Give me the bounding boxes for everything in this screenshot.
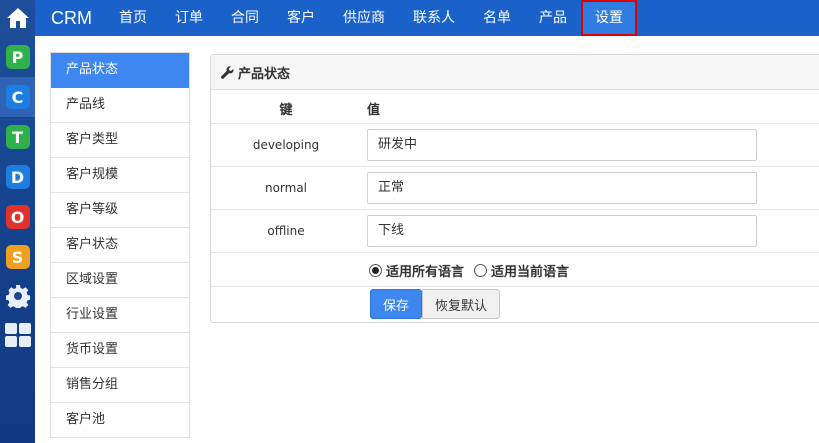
value-input[interactable]: 研发中: [367, 129, 757, 161]
app-s-icon[interactable]: S: [0, 237, 35, 277]
app-t-glyph: T: [12, 127, 23, 147]
header-key: 键: [279, 103, 293, 118]
app-p-icon[interactable]: P: [0, 37, 35, 77]
value-input[interactable]: 正常: [367, 172, 757, 204]
app-s-glyph: S: [11, 247, 24, 267]
restore-defaults-button[interactable]: 恢复默认: [422, 289, 500, 319]
row-key: offline: [267, 224, 305, 238]
settings-side-menu: 产品状态 产品线 客户类型 客户规模 客户等级 客户状态 区域设置 行业设置 货…: [50, 52, 190, 438]
nav-home[interactable]: 首页: [105, 0, 161, 36]
menu-item-customer-size[interactable]: 客户规模: [51, 158, 189, 193]
menu-item-region-settings[interactable]: 区域设置: [51, 263, 189, 298]
product-status-panel: 产品状态 键 值 developing 研发中 normal 正常 offlin…: [210, 54, 819, 323]
nav-contracts[interactable]: 合同: [217, 0, 273, 36]
menu-item-product-status[interactable]: 产品状态: [51, 53, 189, 88]
radio-current-language[interactable]: 适用当前语言: [474, 261, 569, 280]
nav-contacts[interactable]: 联系人: [399, 0, 469, 36]
menu-item-customer-status[interactable]: 客户状态: [51, 228, 189, 263]
language-scope-row: 适用所有语言 适用当前语言: [211, 253, 819, 287]
app-c-icon[interactable]: C: [0, 77, 35, 117]
nav-settings[interactable]: 设置: [581, 0, 637, 36]
panel-title: 产品状态: [238, 66, 291, 82]
menu-item-sales-group[interactable]: 销售分组: [51, 368, 189, 403]
top-navbar: CRM 首页 订单 合同 客户 供应商 联系人 名单 产品 设置: [35, 0, 819, 36]
nav-suppliers[interactable]: 供应商: [329, 0, 399, 36]
grid-icon[interactable]: [0, 315, 35, 355]
gear-icon[interactable]: [0, 276, 35, 316]
save-button[interactable]: 保存: [370, 289, 422, 319]
row-key: normal: [264, 181, 308, 195]
radio-label: 适用所有语言: [386, 265, 465, 280]
table-row: offline 下线: [211, 210, 819, 253]
menu-item-product-line[interactable]: 产品线: [51, 88, 189, 123]
brand-logo[interactable]: CRM: [35, 8, 105, 29]
header-value: 值: [367, 103, 381, 118]
radio-unchecked-icon: [474, 264, 488, 277]
nav-lists[interactable]: 名单: [469, 0, 525, 36]
home-icon[interactable]: [0, 0, 35, 36]
nav-orders[interactable]: 订单: [161, 0, 217, 36]
app-p-glyph: P: [11, 47, 24, 67]
radio-all-languages[interactable]: 适用所有语言: [369, 261, 464, 280]
menu-item-customer-level[interactable]: 客户等级: [51, 193, 189, 228]
value-input[interactable]: 下线: [367, 215, 757, 247]
table-row: normal 正常: [211, 167, 819, 210]
app-dock: P C T D O S: [0, 0, 35, 443]
table-header-row: 键 值: [211, 91, 819, 124]
app-t-icon[interactable]: T: [0, 117, 35, 157]
app-d-icon[interactable]: D: [0, 157, 35, 197]
menu-item-currency-settings[interactable]: 货币设置: [51, 333, 189, 368]
app-d-glyph: D: [10, 167, 25, 187]
language-scope-radio-group: 适用所有语言 适用当前语言: [369, 261, 579, 280]
nav-products[interactable]: 产品: [525, 0, 581, 36]
app-c-glyph: C: [11, 87, 24, 107]
panel-heading: 产品状态: [211, 55, 819, 90]
menu-item-customer-pool[interactable]: 客户池: [51, 403, 189, 438]
radio-label: 适用当前语言: [491, 265, 570, 280]
app-o-glyph: O: [10, 207, 25, 227]
menu-item-customer-type[interactable]: 客户类型: [51, 123, 189, 158]
app-o-icon[interactable]: O: [0, 197, 35, 237]
nav-customers[interactable]: 客户: [273, 0, 329, 36]
crm-app: P C T D O S CRM 首页 订单 合同 客户 供应商 联系人 名单 产…: [0, 0, 819, 443]
radio-checked-icon: [369, 264, 382, 277]
menu-item-industry-settings[interactable]: 行业设置: [51, 298, 189, 333]
wrench-icon: [221, 65, 234, 79]
table-row: developing 研发中: [211, 124, 819, 167]
row-key: developing: [252, 138, 320, 152]
